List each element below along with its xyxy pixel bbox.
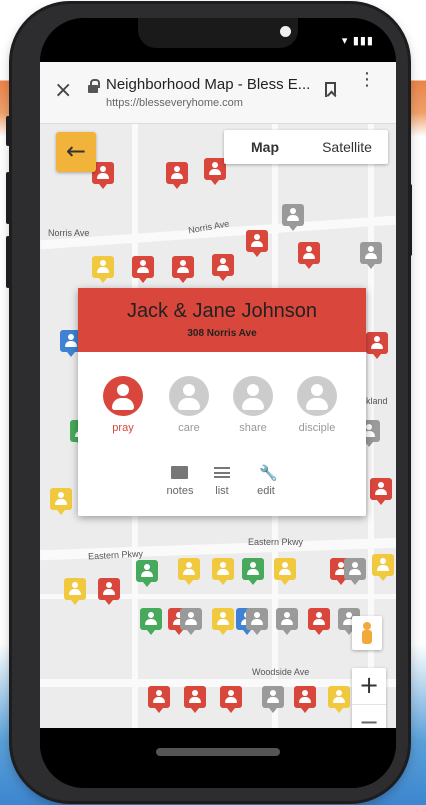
lock-icon [88,79,100,93]
house-info-popup: Jack & Jane Johnson 308 Norris Ave pray … [78,288,366,516]
house-pin[interactable] [64,578,86,605]
house-pin[interactable] [294,686,316,713]
status-bar: ▾ ▮▮▮ [40,18,396,62]
house-pin[interactable] [212,254,234,281]
house-pin[interactable] [328,686,350,713]
camera-icon [280,26,291,37]
house-pin[interactable] [370,478,392,505]
street-view-pegman-icon[interactable] [352,616,382,650]
zoom-in-button[interactable]: + [352,668,386,705]
wrench-icon: 🔧 [259,464,278,482]
house-pin[interactable] [184,686,206,713]
house-pin[interactable] [276,608,298,635]
back-button[interactable]: ← [56,132,96,172]
house-pin[interactable] [242,558,264,585]
map-type-toggle: Map Satellite [224,130,388,164]
house-pin[interactable] [246,230,268,257]
house-pin[interactable] [180,608,202,635]
list-icon [214,467,230,478]
house-pin[interactable] [212,558,234,585]
page-title: Neighborhood Map - Bless E... [106,76,311,93]
house-pin[interactable] [212,608,234,635]
house-pin[interactable] [166,162,188,189]
house-pin[interactable] [282,204,304,231]
house-pin[interactable] [204,158,226,185]
house-pin[interactable] [274,558,296,585]
house-pin[interactable] [308,608,330,635]
bookmark-icon[interactable] [325,82,336,97]
close-tab-button[interactable]: × [54,78,72,103]
house-pin[interactable] [220,686,242,713]
disciple-button[interactable]: disciple [292,376,342,434]
action-label: care [178,422,200,434]
satellite-button[interactable]: Satellite [306,130,388,164]
map-button[interactable]: Map [224,130,306,164]
person-icon [169,376,209,416]
house-pin[interactable] [148,686,170,713]
road [40,594,396,599]
road-label: Woodside Ave [252,667,310,677]
action-label: share [239,422,267,434]
notes-icon [171,466,188,479]
notch [138,18,298,48]
house-pin[interactable] [140,608,162,635]
road-label: kland [366,396,388,406]
phone-volume-up [6,172,10,224]
house-pin[interactable] [372,554,394,581]
list-button[interactable]: list [202,464,242,497]
household-address: 308 Norris Ave [187,328,257,339]
house-pin[interactable] [92,256,114,283]
road-label: Eastern Pkwy [248,537,304,547]
phone-screen: ▾ ▮▮▮ × Neighborhood Map - Bless E... ht… [40,18,396,788]
house-pin[interactable] [132,256,154,283]
person-icon [297,376,337,416]
household-name: Jack & Jane Johnson [126,300,318,322]
house-pin[interactable] [50,488,72,515]
menu-button[interactable]: ⋮ [358,71,376,89]
person-icon [233,376,273,416]
status-icons: ▾ ▮▮▮ [341,34,374,47]
page-url[interactable]: https://blesseveryhome.com [106,97,243,109]
share-button[interactable]: share [228,376,278,434]
phone-power-button [408,184,412,256]
road-label: Norris Ave [48,228,90,238]
house-pin[interactable] [344,558,366,585]
phone-frame: ▾ ▮▮▮ × Neighborhood Map - Bless E... ht… [6,4,412,801]
action-label: pray [112,422,134,434]
home-indicator[interactable] [156,748,280,756]
house-pin[interactable] [298,242,320,269]
edit-button[interactable]: 🔧 edit [246,464,286,497]
house-pin[interactable] [360,242,382,269]
house-pin[interactable] [172,256,194,283]
zoom-out-button[interactable]: − [352,705,386,728]
phone-side-button [6,116,10,146]
popup-header: Jack & Jane Johnson 308 Norris Ave [78,288,366,352]
notes-button[interactable]: notes [160,464,200,497]
tool-label: notes [166,485,194,497]
house-pin[interactable] [262,686,284,713]
house-pin[interactable] [98,578,120,605]
action-label: disciple [298,422,336,434]
tool-label: edit [257,485,275,497]
person-icon [103,376,143,416]
bottom-bezel [40,728,396,788]
phone-volume-down [6,236,10,288]
house-pin[interactable] [246,608,268,635]
pray-button[interactable]: pray [98,376,148,434]
house-pin[interactable] [136,560,158,587]
care-button[interactable]: care [164,376,214,434]
house-pin[interactable] [178,558,200,585]
browser-toolbar: × Neighborhood Map - Bless E... https://… [40,62,396,124]
tool-label: list [215,485,229,497]
map-view[interactable]: Norris Ave Norris Ave Eastern Pkwy Easte… [40,124,396,728]
house-pin[interactable] [366,332,388,359]
zoom-controls: + − [352,668,386,728]
